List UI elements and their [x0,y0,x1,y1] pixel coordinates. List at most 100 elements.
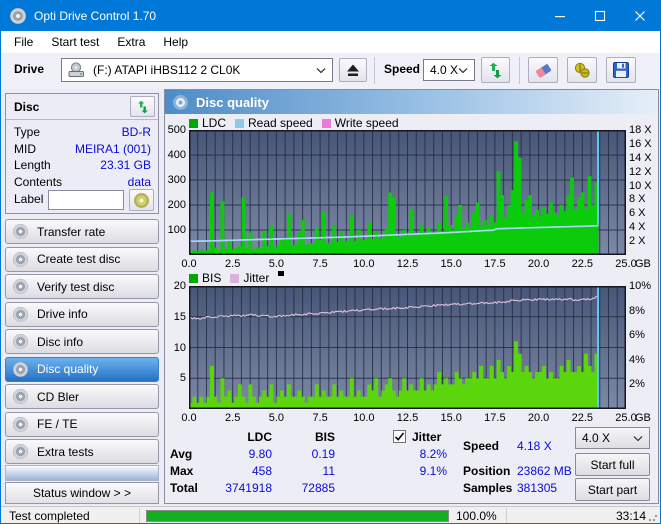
divider [506,508,507,523]
disc-refresh-button[interactable] [130,96,155,117]
sidebar-item-transfer-rate[interactable]: Transfer rate [5,219,159,244]
minimize-button[interactable] [540,1,580,31]
legend-swatch [321,118,331,128]
disc-row-value: MEIRA1 (001) [74,142,151,156]
disc-icon [13,251,28,267]
stats-header-bis: BIS [314,430,335,444]
label-input[interactable] [48,190,124,210]
jitter-checkbox[interactable] [393,430,406,443]
info-label-position: Position [463,464,511,478]
stats-bis-value: 11 [322,464,335,478]
chart-legend: BIS Jitter [189,271,285,285]
close-button[interactable] [620,1,660,31]
disc-panel-title: Disc [14,100,40,114]
y-axis-tick-left: 5 [179,372,186,385]
y-axis-tick-left: 10 [173,341,186,354]
legend-item: Write speed [321,116,399,130]
sidebar-item-extra-tests[interactable]: Extra tests [5,439,159,464]
x-axis-tick: 12.5 [396,258,419,270]
sidebar-item-label: Verify test disc [37,279,115,294]
sidebar-item-fe-te[interactable]: FE / TE [5,411,159,437]
y-axis-tick-right: 8% [629,304,645,317]
x-axis-unit: GB [635,412,651,424]
chevron-down-icon [633,435,643,441]
menu-item-file[interactable]: File [5,32,42,52]
x-axis-tick: 5.0 [268,412,285,424]
test-speed-value: 4.0 X [582,431,611,445]
disc-icon [13,361,28,377]
menu-item-start-test[interactable]: Start test [42,32,108,52]
stats-ldc-value: 9.80 [248,447,272,461]
stats-jitter-value: 9.1% [419,464,447,478]
y-axis-tick-right: 4 X [629,221,646,234]
chevron-down-icon [316,67,326,73]
refresh-button[interactable] [481,57,510,83]
y-axis-tick-right: 16 X [629,137,652,150]
drive-select[interactable]: (F:) ATAPI iHBS112 2 CL0K [61,58,333,82]
x-axis-tick: 17.5 [484,412,506,424]
info-value-samples: 381305 [517,481,558,495]
write-label-button[interactable] [129,189,154,211]
app-icon [10,8,26,24]
sidebar-item-disc-info[interactable]: Disc info [5,329,159,354]
sidebar-item-disc-quality[interactable]: Disc quality [5,356,159,382]
menu-item-extra[interactable]: Extra [108,32,154,52]
sidebar-item-verify-test-disc[interactable]: Verify test disc [5,274,159,299]
y-axis-tick-right: 12 X [629,165,652,178]
y-axis-tick-right: 2% [629,378,645,391]
legend-label: LDC [202,116,227,130]
y-axis-tick-right: 8 X [629,193,646,206]
x-axis-tick: 12.5 [396,412,419,424]
y-axis-tick-right: 10% [629,280,652,292]
x-axis-tick: 20.0 [527,258,550,270]
stats-header-ldc: LDC [247,430,272,444]
info-value-speed: 4.18 X [517,439,552,453]
x-axis-tick: 20.0 [527,412,550,424]
sidebar-item-drive-info[interactable]: Drive info [5,301,159,327]
legend-extra-marker [278,271,285,276]
start-full-button[interactable]: Start full [575,453,650,476]
legend-label: Read speed [248,116,313,130]
sidebar-item-label: Extra tests [37,444,94,459]
sidebar-item-cd-bler[interactable]: CD Bler [5,384,159,409]
legend-item: BIS [189,271,221,285]
speed-select-value: 4.0 X [430,63,459,77]
status-window-button[interactable]: Status window > > [5,482,159,504]
sidebar-item-create-test-disc[interactable]: Create test disc [5,246,159,272]
drive-icon [68,62,84,77]
chevron-down-icon [458,67,468,73]
check-icon [394,432,405,441]
x-axis-unit: GB [635,258,651,270]
save-button[interactable] [606,57,636,83]
drive-select-value: (F:) ATAPI iHBS112 2 CL0K [93,63,241,77]
legend-item: Read speed [235,116,313,130]
legend-swatch [230,273,240,283]
stats-ldc-value: 3741918 [225,481,272,495]
info-value-position: 23862 MB [517,464,572,478]
x-axis-tick: 5.0 [268,258,285,270]
start-part-button[interactable]: Start part [575,478,650,501]
erase-button[interactable] [528,57,558,83]
legend-item: Jitter [230,271,269,285]
eraser-icon [536,64,552,78]
x-axis-tick: 15.0 [440,412,462,424]
maximize-button[interactable] [580,1,620,31]
speed-select[interactable]: 4.0 X [423,59,475,81]
disc-row-value: BD-R [121,125,151,139]
toolbar-separator [519,57,520,84]
resize-grip[interactable] [648,512,658,522]
info-label-samples: Samples [463,481,513,495]
panel-title: Disc quality [196,94,269,110]
x-axis-tick: 7.5 [312,412,328,424]
settings-icon [574,62,590,78]
test-speed-select[interactable]: 4.0 X [575,427,650,449]
menu-item-help[interactable]: Help [154,32,197,52]
app-window: Opti Drive Control 1.70 File Start test Ex… [0,0,661,524]
legend-label: Jitter [243,271,270,285]
eject-button[interactable] [339,58,367,82]
settings-button[interactable] [567,57,597,83]
status-message: Test completed [9,509,90,523]
sidebar-item-label: Disc quality [37,362,99,376]
y-axis-tick-left: 400 [167,149,186,161]
disc-row-label: Length [14,158,51,172]
